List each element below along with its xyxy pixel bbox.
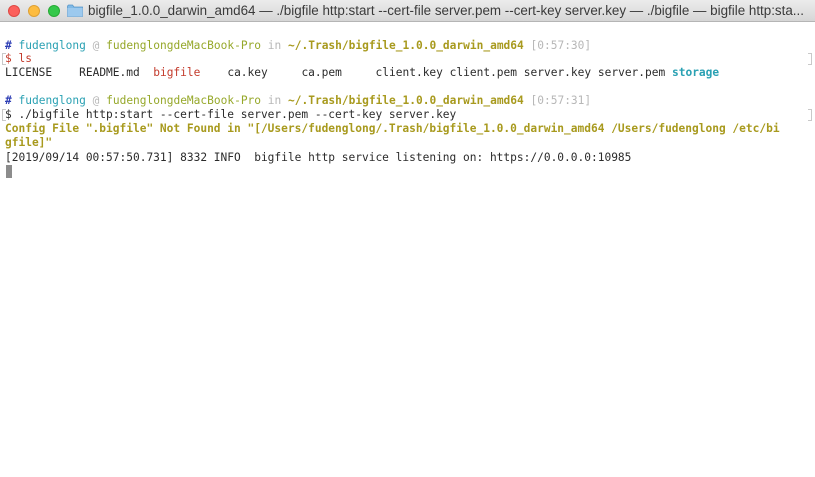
prompt-path: ~/.Trash/bigfile_1.0.0_darwin_amd64 — [288, 39, 524, 52]
title-bar[interactable]: bigfile_1.0.0_darwin_amd64 — ./bigfile h… — [0, 0, 815, 22]
prompt-time: [0:57:30] — [530, 39, 592, 52]
prompt-host: fudenglongdeMacBook-Pro — [106, 39, 262, 52]
command-mark-right — [808, 53, 812, 65]
minimize-window-button[interactable] — [28, 5, 40, 17]
prompt-host: fudenglongdeMacBook-Pro — [106, 94, 262, 107]
prompt-hash: # — [5, 39, 12, 52]
directory-entry: storage — [671, 66, 720, 79]
file-entry: client.key — [375, 66, 443, 79]
prompt-hash: # — [5, 94, 12, 107]
file-entry: ca.pem — [301, 66, 342, 79]
command-line: $ ls — [5, 52, 32, 66]
log-line: [2019/09/14 00:57:50.731] 8332 INFO bigf… — [5, 151, 632, 164]
terminal-cursor — [6, 165, 12, 178]
file-entry: LICENSE — [5, 66, 53, 79]
prompt-user: fudenglong — [18, 94, 86, 107]
executable-entry: bigfile — [153, 66, 201, 79]
command-line: $ ./bigfile http:start --cert-file serve… — [5, 108, 456, 122]
warning-line-continued: gfile]" — [5, 136, 53, 149]
file-entry: client.pem — [449, 66, 518, 79]
command-text: $ ls — [5, 52, 32, 65]
file-entry: server.key — [523, 66, 592, 79]
file-entry: ca.key — [227, 66, 268, 79]
warning-line: Config File ".bigfile" Not Found in "[/U… — [5, 122, 780, 135]
prompt-at: @ — [92, 94, 100, 107]
terminal-window: bigfile_1.0.0_darwin_amd64 — ./bigfile h… — [0, 0, 815, 477]
prompt-line: # fudenglong @ fudenglongdeMacBook-Pro i… — [5, 39, 591, 53]
prompt-path: ~/.Trash/bigfile_1.0.0_darwin_amd64 — [288, 94, 524, 107]
command-mark-right — [808, 109, 812, 121]
prompt-time: [0:57:31] — [530, 94, 592, 107]
folder-icon — [67, 4, 83, 17]
prompt-in: in — [267, 94, 282, 107]
prompt-user: fudenglong — [18, 39, 86, 52]
prompt-line: # fudenglong @ fudenglongdeMacBook-Pro i… — [5, 94, 591, 108]
file-entry: server.pem — [597, 66, 666, 79]
prompt-at: @ — [92, 39, 100, 52]
close-window-button[interactable] — [8, 5, 20, 17]
terminal-content[interactable]: # fudenglong @ fudenglongdeMacBook-Pro i… — [0, 22, 815, 477]
prompt-in: in — [267, 39, 282, 52]
window-title: bigfile_1.0.0_darwin_amd64 — ./bigfile h… — [88, 3, 804, 18]
ls-output-line: LICENSE README.md bigfile ca.key ca.pem … — [5, 66, 719, 80]
zoom-window-button[interactable] — [48, 5, 60, 17]
command-text: $ ./bigfile http:start --cert-file serve… — [5, 108, 457, 121]
file-entry: README.md — [79, 66, 140, 79]
